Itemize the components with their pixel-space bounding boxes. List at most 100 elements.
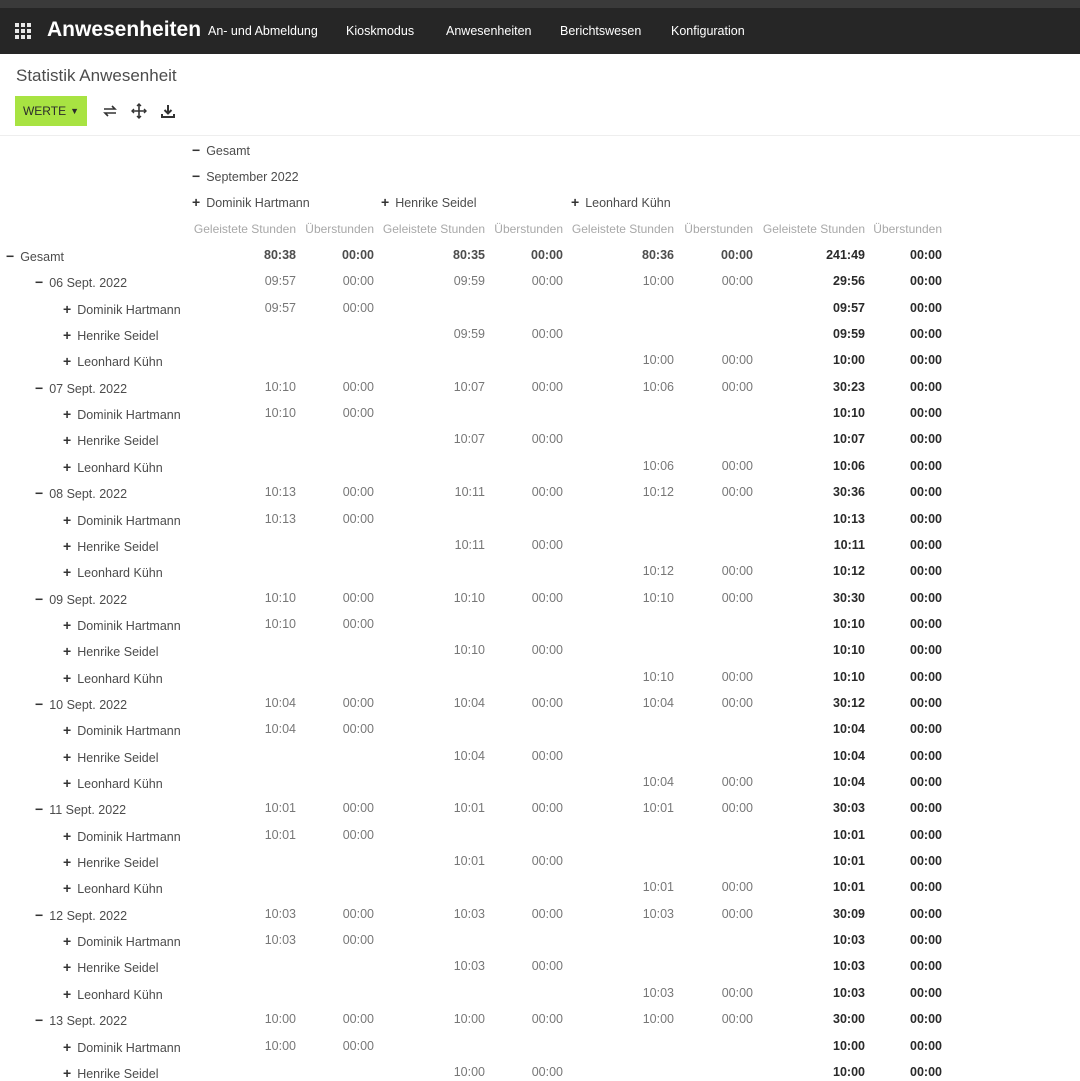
pivot-cell[interactable]: 10:00 <box>216 1039 296 1053</box>
pivot-cell[interactable]: 00:00 <box>294 1012 374 1026</box>
pivot-cell[interactable]: 09:57 <box>785 301 865 315</box>
pivot-cell[interactable]: 30:12 <box>785 696 865 710</box>
pivot-cell[interactable]: 00:00 <box>673 380 753 394</box>
pivot-cell[interactable]: 09:59 <box>785 327 865 341</box>
pivot-cell[interactable]: 00:00 <box>483 749 563 763</box>
pivot-cell[interactable]: 00:00 <box>862 301 942 315</box>
pivot-cell[interactable]: 10:04 <box>405 749 485 763</box>
pivot-cell[interactable]: 10:00 <box>785 1065 865 1079</box>
pivot-cell[interactable]: 00:00 <box>483 327 563 341</box>
pivot-cell[interactable]: 00:00 <box>862 248 942 262</box>
pivot-row-person[interactable]: + Henrike Seidel <box>63 643 158 659</box>
measure-header[interactable]: Geleistete Stunden <box>566 222 674 236</box>
pivot-row-person[interactable]: + Leonhard Kühn <box>63 459 163 475</box>
pivot-cell[interactable]: 30:36 <box>785 485 865 499</box>
pivot-cell[interactable]: 00:00 <box>862 406 942 420</box>
pivot-cell[interactable]: 30:03 <box>785 801 865 815</box>
pivot-cell[interactable]: 09:59 <box>405 327 485 341</box>
pivot-cell[interactable]: 00:00 <box>673 591 753 605</box>
measure-header[interactable]: Geleistete Stunden <box>378 222 485 236</box>
pivot-row-date[interactable]: −11 Sept. 2022 <box>35 801 126 817</box>
pivot-cell[interactable]: 00:00 <box>294 274 374 288</box>
pivot-cell[interactable]: 09:59 <box>405 274 485 288</box>
pivot-cell[interactable]: 00:00 <box>483 248 563 262</box>
pivot-cell[interactable]: 10:03 <box>405 959 485 973</box>
pivot-cell[interactable]: 10:13 <box>216 485 296 499</box>
pivot-cell[interactable]: 10:10 <box>216 406 296 420</box>
pivot-cell[interactable]: 10:01 <box>216 828 296 842</box>
pivot-cell[interactable]: 00:00 <box>862 933 942 947</box>
pivot-cell[interactable]: 00:00 <box>294 617 374 631</box>
pivot-cell[interactable]: 29:56 <box>785 274 865 288</box>
menu-item-konfiguration[interactable]: Konfiguration <box>671 24 745 38</box>
pivot-cell[interactable]: 00:00 <box>673 1012 753 1026</box>
pivot-cell[interactable]: 00:00 <box>294 696 374 710</box>
pivot-cell[interactable]: 10:13 <box>216 512 296 526</box>
pivot-row-person[interactable]: + Dominik Hartmann <box>63 617 181 633</box>
pivot-cell[interactable]: 10:13 <box>785 512 865 526</box>
pivot-cell[interactable]: 00:00 <box>673 801 753 815</box>
measure-header[interactable]: Überstunden <box>678 222 753 236</box>
pivot-cell[interactable]: 00:00 <box>862 828 942 842</box>
pivot-cell[interactable]: 00:00 <box>294 380 374 394</box>
pivot-cell[interactable]: 241:49 <box>785 248 865 262</box>
pivot-row-person[interactable]: + Henrike Seidel <box>63 432 158 448</box>
pivot-row-person[interactable]: + Leonhard Kühn <box>63 986 163 1002</box>
pivot-row-total[interactable]: − Gesamt <box>6 248 64 264</box>
werte-dropdown-button[interactable]: WERTE ▼ <box>15 96 87 126</box>
pivot-cell[interactable]: 30:09 <box>785 907 865 921</box>
pivot-cell[interactable]: 00:00 <box>483 274 563 288</box>
pivot-cell[interactable]: 00:00 <box>862 1039 942 1053</box>
header-total[interactable]: − Gesamt <box>192 142 250 158</box>
pivot-cell[interactable]: 00:00 <box>862 327 942 341</box>
pivot-cell[interactable]: 00:00 <box>862 801 942 815</box>
pivot-cell[interactable]: 10:03 <box>785 986 865 1000</box>
pivot-cell[interactable]: 09:57 <box>216 301 296 315</box>
pivot-cell[interactable]: 00:00 <box>673 907 753 921</box>
pivot-cell[interactable]: 00:00 <box>673 485 753 499</box>
pivot-cell[interactable]: 10:03 <box>594 986 674 1000</box>
pivot-cell[interactable]: 00:00 <box>862 512 942 526</box>
pivot-cell[interactable]: 00:00 <box>673 670 753 684</box>
pivot-row-person[interactable]: + Dominik Hartmann <box>63 1039 181 1055</box>
pivot-row-person[interactable]: + Dominik Hartmann <box>63 512 181 528</box>
pivot-cell[interactable]: 10:04 <box>785 775 865 789</box>
pivot-cell[interactable]: 00:00 <box>483 538 563 552</box>
pivot-row-person[interactable]: + Dominik Hartmann <box>63 933 181 949</box>
header-period[interactable]: − September 2022 <box>192 168 299 184</box>
pivot-cell[interactable]: 00:00 <box>673 248 753 262</box>
pivot-cell[interactable]: 10:12 <box>785 564 865 578</box>
pivot-row-person[interactable]: + Henrike Seidel <box>63 854 158 870</box>
measure-header[interactable]: Überstunden <box>869 222 942 236</box>
pivot-cell[interactable]: 00:00 <box>294 722 374 736</box>
pivot-cell[interactable]: 10:10 <box>785 406 865 420</box>
pivot-row-person[interactable]: + Henrike Seidel <box>63 1065 158 1081</box>
pivot-cell[interactable]: 10:10 <box>785 643 865 657</box>
pivot-cell[interactable]: 00:00 <box>862 1065 942 1079</box>
pivot-cell[interactable]: 10:11 <box>405 538 485 552</box>
pivot-cell[interactable]: 80:35 <box>405 248 485 262</box>
pivot-cell[interactable]: 10:03 <box>405 907 485 921</box>
pivot-cell[interactable]: 10:00 <box>594 353 674 367</box>
pivot-cell[interactable]: 00:00 <box>862 854 942 868</box>
pivot-cell[interactable]: 10:06 <box>785 459 865 473</box>
pivot-cell[interactable]: 10:04 <box>785 722 865 736</box>
pivot-cell[interactable]: 00:00 <box>862 538 942 552</box>
pivot-cell[interactable]: 80:38 <box>216 248 296 262</box>
pivot-cell[interactable]: 00:00 <box>673 459 753 473</box>
pivot-cell[interactable]: 00:00 <box>862 670 942 684</box>
measure-header[interactable]: Geleistete Stunden <box>757 222 865 236</box>
measure-header[interactable]: Geleistete Stunden <box>190 222 296 236</box>
pivot-cell[interactable]: 00:00 <box>862 485 942 499</box>
pivot-row-person[interactable]: + Henrike Seidel <box>63 749 158 765</box>
pivot-cell[interactable]: 10:00 <box>216 1012 296 1026</box>
pivot-cell[interactable]: 10:06 <box>594 459 674 473</box>
pivot-cell[interactable]: 30:00 <box>785 1012 865 1026</box>
pivot-row-date[interactable]: −13 Sept. 2022 <box>35 1012 127 1028</box>
pivot-cell[interactable]: 00:00 <box>294 801 374 815</box>
pivot-cell[interactable]: 00:00 <box>294 1039 374 1053</box>
pivot-cell[interactable]: 10:01 <box>594 880 674 894</box>
pivot-cell[interactable]: 10:10 <box>216 617 296 631</box>
pivot-cell[interactable]: 10:03 <box>785 959 865 973</box>
pivot-row-person[interactable]: + Henrike Seidel <box>63 538 158 554</box>
